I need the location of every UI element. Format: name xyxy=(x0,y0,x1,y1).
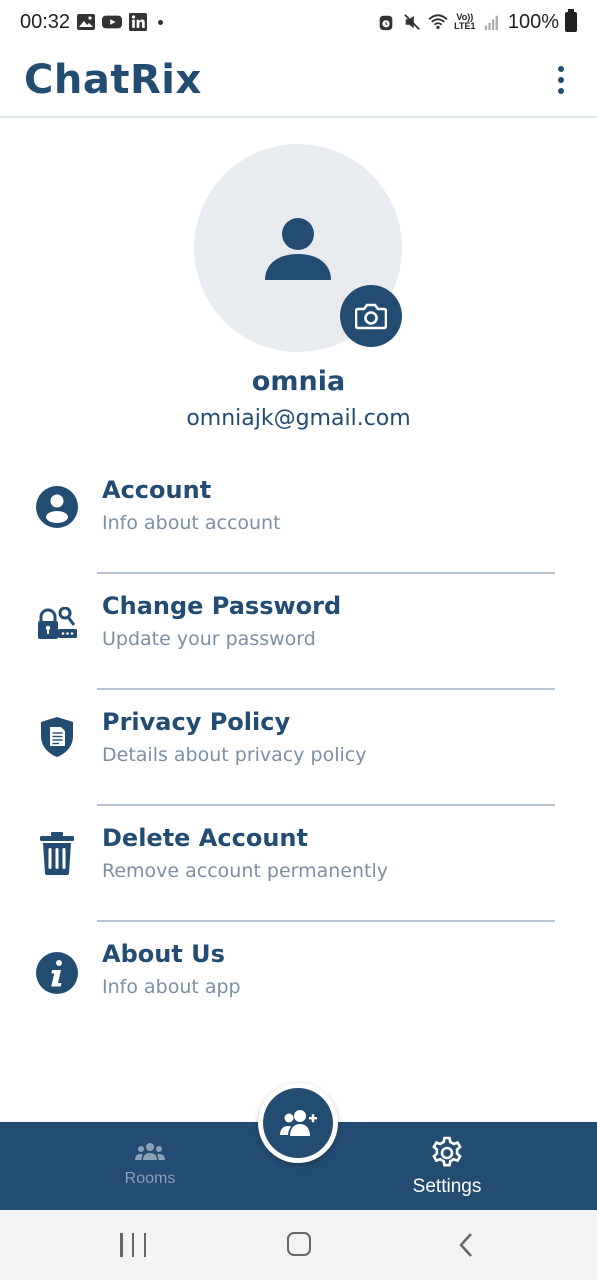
dot-icon xyxy=(158,19,164,25)
change-photo-button[interactable] xyxy=(340,285,402,347)
item-title: About Us xyxy=(102,940,225,968)
nav-settings[interactable]: Settings xyxy=(397,1122,497,1210)
battery-percent: 100% xyxy=(507,10,559,33)
nav-settings-label: Settings xyxy=(412,1176,482,1197)
lock-key-icon xyxy=(34,602,80,648)
status-time: 00:32 xyxy=(20,10,71,33)
info-icon xyxy=(34,950,80,996)
item-subtitle: Info about app xyxy=(102,976,241,998)
item-title: Delete Account xyxy=(102,824,308,852)
item-subtitle: Details about privacy policy xyxy=(102,744,367,766)
add-user-button[interactable] xyxy=(258,1083,338,1163)
alarm-icon xyxy=(379,15,393,31)
item-subtitle: Update your password xyxy=(102,628,316,650)
item-title: Account xyxy=(102,476,212,504)
person-icon xyxy=(265,218,331,280)
trash-icon xyxy=(34,830,80,876)
settings-list: Account Info about account Change Passwo… xyxy=(0,458,597,1038)
youtube-icon xyxy=(102,15,123,29)
settings-item-privacy-policy[interactable]: Privacy Policy Details about privacy pol… xyxy=(0,690,597,806)
wifi-icon xyxy=(428,14,448,30)
settings-item-account[interactable]: Account Info about account xyxy=(0,458,597,574)
item-subtitle: Remove account permanently xyxy=(102,860,389,882)
profile-name: omnia xyxy=(251,366,346,397)
group-icon xyxy=(135,1143,165,1160)
back-button[interactable] xyxy=(458,1232,474,1258)
add-user-icon xyxy=(280,1110,317,1136)
mute-icon xyxy=(404,14,420,30)
nav-rooms-label: Rooms xyxy=(124,1170,176,1187)
linkedin-icon xyxy=(129,13,148,31)
gallery-icon xyxy=(77,14,96,30)
status-bar: 00:32 Vo)) LTE1 100% xyxy=(0,0,597,44)
settings-item-delete-account[interactable]: Delete Account Remove account permanentl… xyxy=(0,806,597,922)
profile-email: omniajk@gmail.com xyxy=(186,406,411,431)
home-button[interactable] xyxy=(287,1232,311,1256)
app-title: ChatRix xyxy=(24,57,202,103)
item-subtitle: Info about account xyxy=(102,512,281,534)
status-left: 00:32 xyxy=(20,10,164,34)
account-circle-icon xyxy=(34,484,80,530)
item-title: Change Password xyxy=(102,592,342,620)
kebab-menu-icon[interactable] xyxy=(549,65,573,95)
recents-button[interactable] xyxy=(120,1233,146,1257)
status-right: Vo)) LTE1 100% xyxy=(376,9,577,34)
signal-icon xyxy=(484,15,498,31)
volte-icon: Vo)) LTE1 xyxy=(454,12,476,31)
app-bar: ChatRix xyxy=(0,44,597,118)
gear-icon xyxy=(432,1136,462,1167)
battery-icon xyxy=(565,9,577,32)
settings-item-about-us[interactable]: About Us Info about app xyxy=(0,922,597,1038)
fab-inner xyxy=(263,1088,333,1158)
shield-document-icon xyxy=(34,714,80,760)
nav-rooms[interactable]: Rooms xyxy=(100,1122,200,1210)
settings-item-change-password[interactable]: Change Password Update your password xyxy=(0,574,597,690)
camera-icon xyxy=(355,303,387,330)
system-nav-bar xyxy=(0,1210,597,1280)
item-title: Privacy Policy xyxy=(102,708,291,736)
